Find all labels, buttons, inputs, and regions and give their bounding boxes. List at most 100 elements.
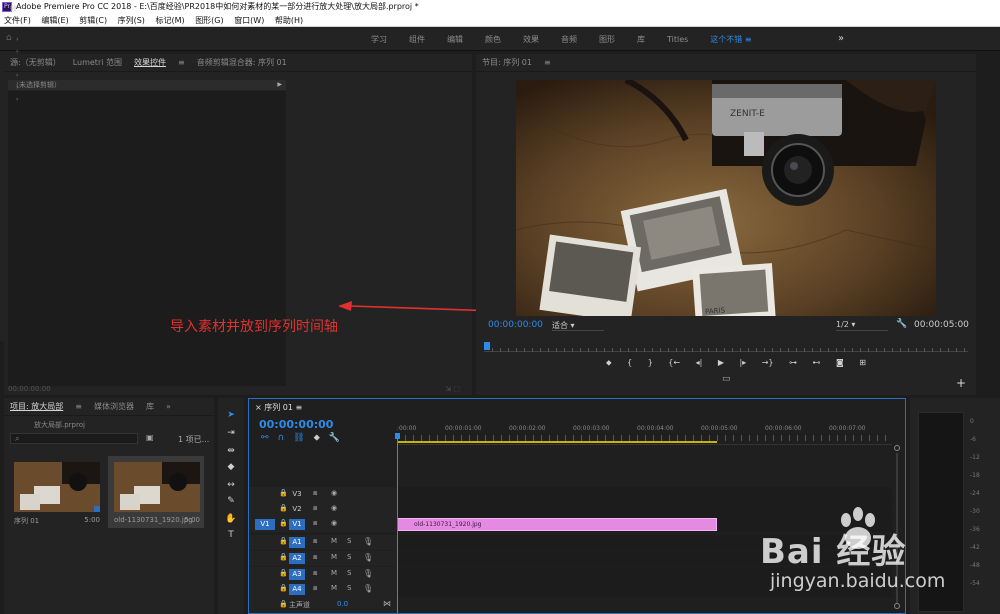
- menu-help[interactable]: 帮助(H): [271, 14, 307, 27]
- workspace-audio[interactable]: 音频: [550, 34, 588, 45]
- lift-icon[interactable]: ⊶: [789, 358, 797, 370]
- microphone-icon[interactable]: 🎙: [363, 569, 373, 578]
- expand-arrow-icon[interactable]: ›: [16, 84, 18, 91]
- workspace-libraries[interactable]: 库: [626, 34, 656, 45]
- expand-arrow-icon[interactable]: ›: [16, 96, 18, 103]
- mark-out-icon[interactable]: }: [648, 358, 653, 370]
- workspace-titles[interactable]: Titles: [656, 35, 699, 44]
- source-patch[interactable]: V1: [255, 519, 275, 530]
- source-patch[interactable]: [255, 537, 275, 548]
- razor-tool-icon[interactable]: ◆: [223, 460, 239, 474]
- work-area-bar[interactable]: [397, 441, 717, 443]
- workspace-custom[interactable]: 这个不错 ≡: [699, 34, 762, 45]
- solo-button[interactable]: S: [347, 553, 351, 561]
- timeline-tab[interactable]: × 序列 01 ≡: [255, 402, 302, 413]
- eye-icon[interactable]: ◉: [331, 504, 337, 512]
- scroll-handle-top[interactable]: [894, 445, 900, 451]
- program-video-frame[interactable]: ZENIT-E PARIS: [516, 80, 936, 316]
- go-to-out-icon[interactable]: →}: [762, 358, 774, 370]
- track-name[interactable]: A4: [289, 584, 305, 595]
- button-editor-icon[interactable]: ⊞: [859, 358, 866, 370]
- tab-media-browser[interactable]: 媒体浏览器: [88, 401, 140, 412]
- sync-lock-icon[interactable]: ⧈: [313, 519, 317, 528]
- menu-edit[interactable]: 编辑(E): [37, 14, 72, 27]
- workspace-editing[interactable]: 编辑: [436, 34, 474, 45]
- tab-source[interactable]: 源:（无剪辑）: [4, 57, 67, 68]
- workspace-effects[interactable]: 效果: [512, 34, 550, 45]
- close-tab-icon[interactable]: ×: [255, 403, 262, 412]
- playhead-icon[interactable]: [484, 342, 490, 350]
- workspace-menu-icon[interactable]: ≡: [745, 35, 752, 44]
- lock-icon[interactable]: 🔒: [279, 519, 288, 527]
- solo-button[interactable]: S: [347, 537, 351, 545]
- slip-tool-icon[interactable]: ↔: [223, 478, 239, 492]
- source-patch[interactable]: [255, 569, 275, 580]
- mute-button[interactable]: M: [331, 553, 337, 561]
- settings-wrench-icon[interactable]: 🔧: [896, 319, 907, 329]
- lock-icon[interactable]: 🔒: [279, 600, 288, 608]
- lock-icon[interactable]: 🔒: [279, 584, 288, 592]
- track-name[interactable]: V3: [289, 489, 305, 500]
- source-patch[interactable]: [255, 504, 275, 515]
- add-marker-icon[interactable]: ⬥: [314, 433, 320, 443]
- sync-lock-icon[interactable]: ⧈: [313, 569, 317, 578]
- microphone-icon[interactable]: 🎙: [363, 553, 373, 562]
- expand-arrow-icon[interactable]: ›: [16, 48, 18, 55]
- solo-button[interactable]: S: [347, 569, 351, 577]
- linked-selection-icon[interactable]: ⛓: [293, 433, 304, 443]
- lock-icon[interactable]: 🔒: [279, 553, 288, 561]
- sync-lock-icon[interactable]: ⧈: [313, 553, 317, 562]
- master-volume-value[interactable]: 0.0: [337, 600, 348, 608]
- track-name[interactable]: A1: [289, 537, 305, 548]
- workspace-assembly[interactable]: 组件: [398, 34, 436, 45]
- menu-window[interactable]: 窗口(W): [230, 14, 268, 27]
- source-patch[interactable]: [255, 584, 275, 595]
- snap-icon[interactable]: ∩: [278, 433, 285, 443]
- program-scrubber[interactable]: [484, 342, 968, 352]
- project-overflow-icon[interactable]: »: [160, 402, 177, 411]
- sync-lock-icon[interactable]: ⧈: [313, 489, 317, 498]
- sync-lock-icon[interactable]: ⧈: [313, 537, 317, 546]
- lock-icon[interactable]: 🔒: [279, 569, 288, 577]
- new-bin-icon[interactable]: ▣: [146, 433, 154, 442]
- tab-project[interactable]: 项目: 放大局部: [4, 401, 69, 412]
- eye-icon[interactable]: ◉: [331, 519, 337, 527]
- step-forward-icon[interactable]: |▸: [739, 358, 746, 370]
- expand-arrow-icon[interactable]: ›: [16, 72, 18, 79]
- program-menu-icon[interactable]: ≡: [538, 58, 557, 67]
- home-icon[interactable]: ⌂: [6, 33, 16, 43]
- project-search-input[interactable]: ⌕: [10, 433, 138, 444]
- selection-tool-icon[interactable]: ➤: [223, 408, 239, 422]
- video-clip[interactable]: old-1130731_1920.jpg: [397, 518, 717, 531]
- source-patch[interactable]: [255, 553, 275, 564]
- workspace-learn[interactable]: 学习: [360, 34, 398, 45]
- track-name[interactable]: A3: [289, 569, 305, 580]
- workspace-color[interactable]: 颜色: [474, 34, 512, 45]
- export-icon[interactable]: ⇲ ⬚: [445, 385, 460, 393]
- expand-arrow-icon[interactable]: ›: [16, 60, 18, 67]
- play-icon[interactable]: ▶: [718, 358, 724, 370]
- play-triangle-icon[interactable]: ▶: [277, 80, 282, 90]
- project-menu-icon[interactable]: ≡: [69, 402, 88, 411]
- export-frame-icon[interactable]: ◙: [836, 358, 844, 370]
- track-select-tool-icon[interactable]: ⇥: [223, 426, 239, 440]
- menu-file[interactable]: 文件(F): [0, 14, 35, 27]
- tab-lumetri-scopes[interactable]: Lumetri 范围: [67, 57, 128, 68]
- hand-tool-icon[interactable]: ✋: [223, 512, 239, 526]
- project-item-image[interactable]: old-1130731_1920.jpg 5:00: [108, 456, 204, 528]
- expand-arrow-icon[interactable]: ›: [16, 36, 18, 43]
- ripple-edit-tool-icon[interactable]: ⇹: [223, 444, 239, 458]
- tab-effects[interactable]: 效: [10, 4, 17, 14]
- workspaces-overflow-icon[interactable]: »: [838, 33, 844, 44]
- tab-libraries[interactable]: 库: [140, 401, 160, 412]
- resolution-select[interactable]: 1/2 ▾: [836, 320, 888, 331]
- timeline-settings-icon[interactable]: 🔧: [329, 433, 340, 443]
- add-button-icon[interactable]: +: [956, 376, 966, 390]
- marker-icon[interactable]: ⬥: [606, 358, 612, 370]
- comparison-view-icon[interactable]: ▭: [722, 374, 731, 384]
- sync-lock-icon[interactable]: ⧈: [313, 584, 317, 593]
- sync-lock-icon[interactable]: ⧈: [313, 504, 317, 513]
- lock-icon[interactable]: 🔒: [279, 504, 288, 512]
- pen-tool-icon[interactable]: ✎: [223, 494, 239, 508]
- eye-icon[interactable]: ◉: [331, 489, 337, 497]
